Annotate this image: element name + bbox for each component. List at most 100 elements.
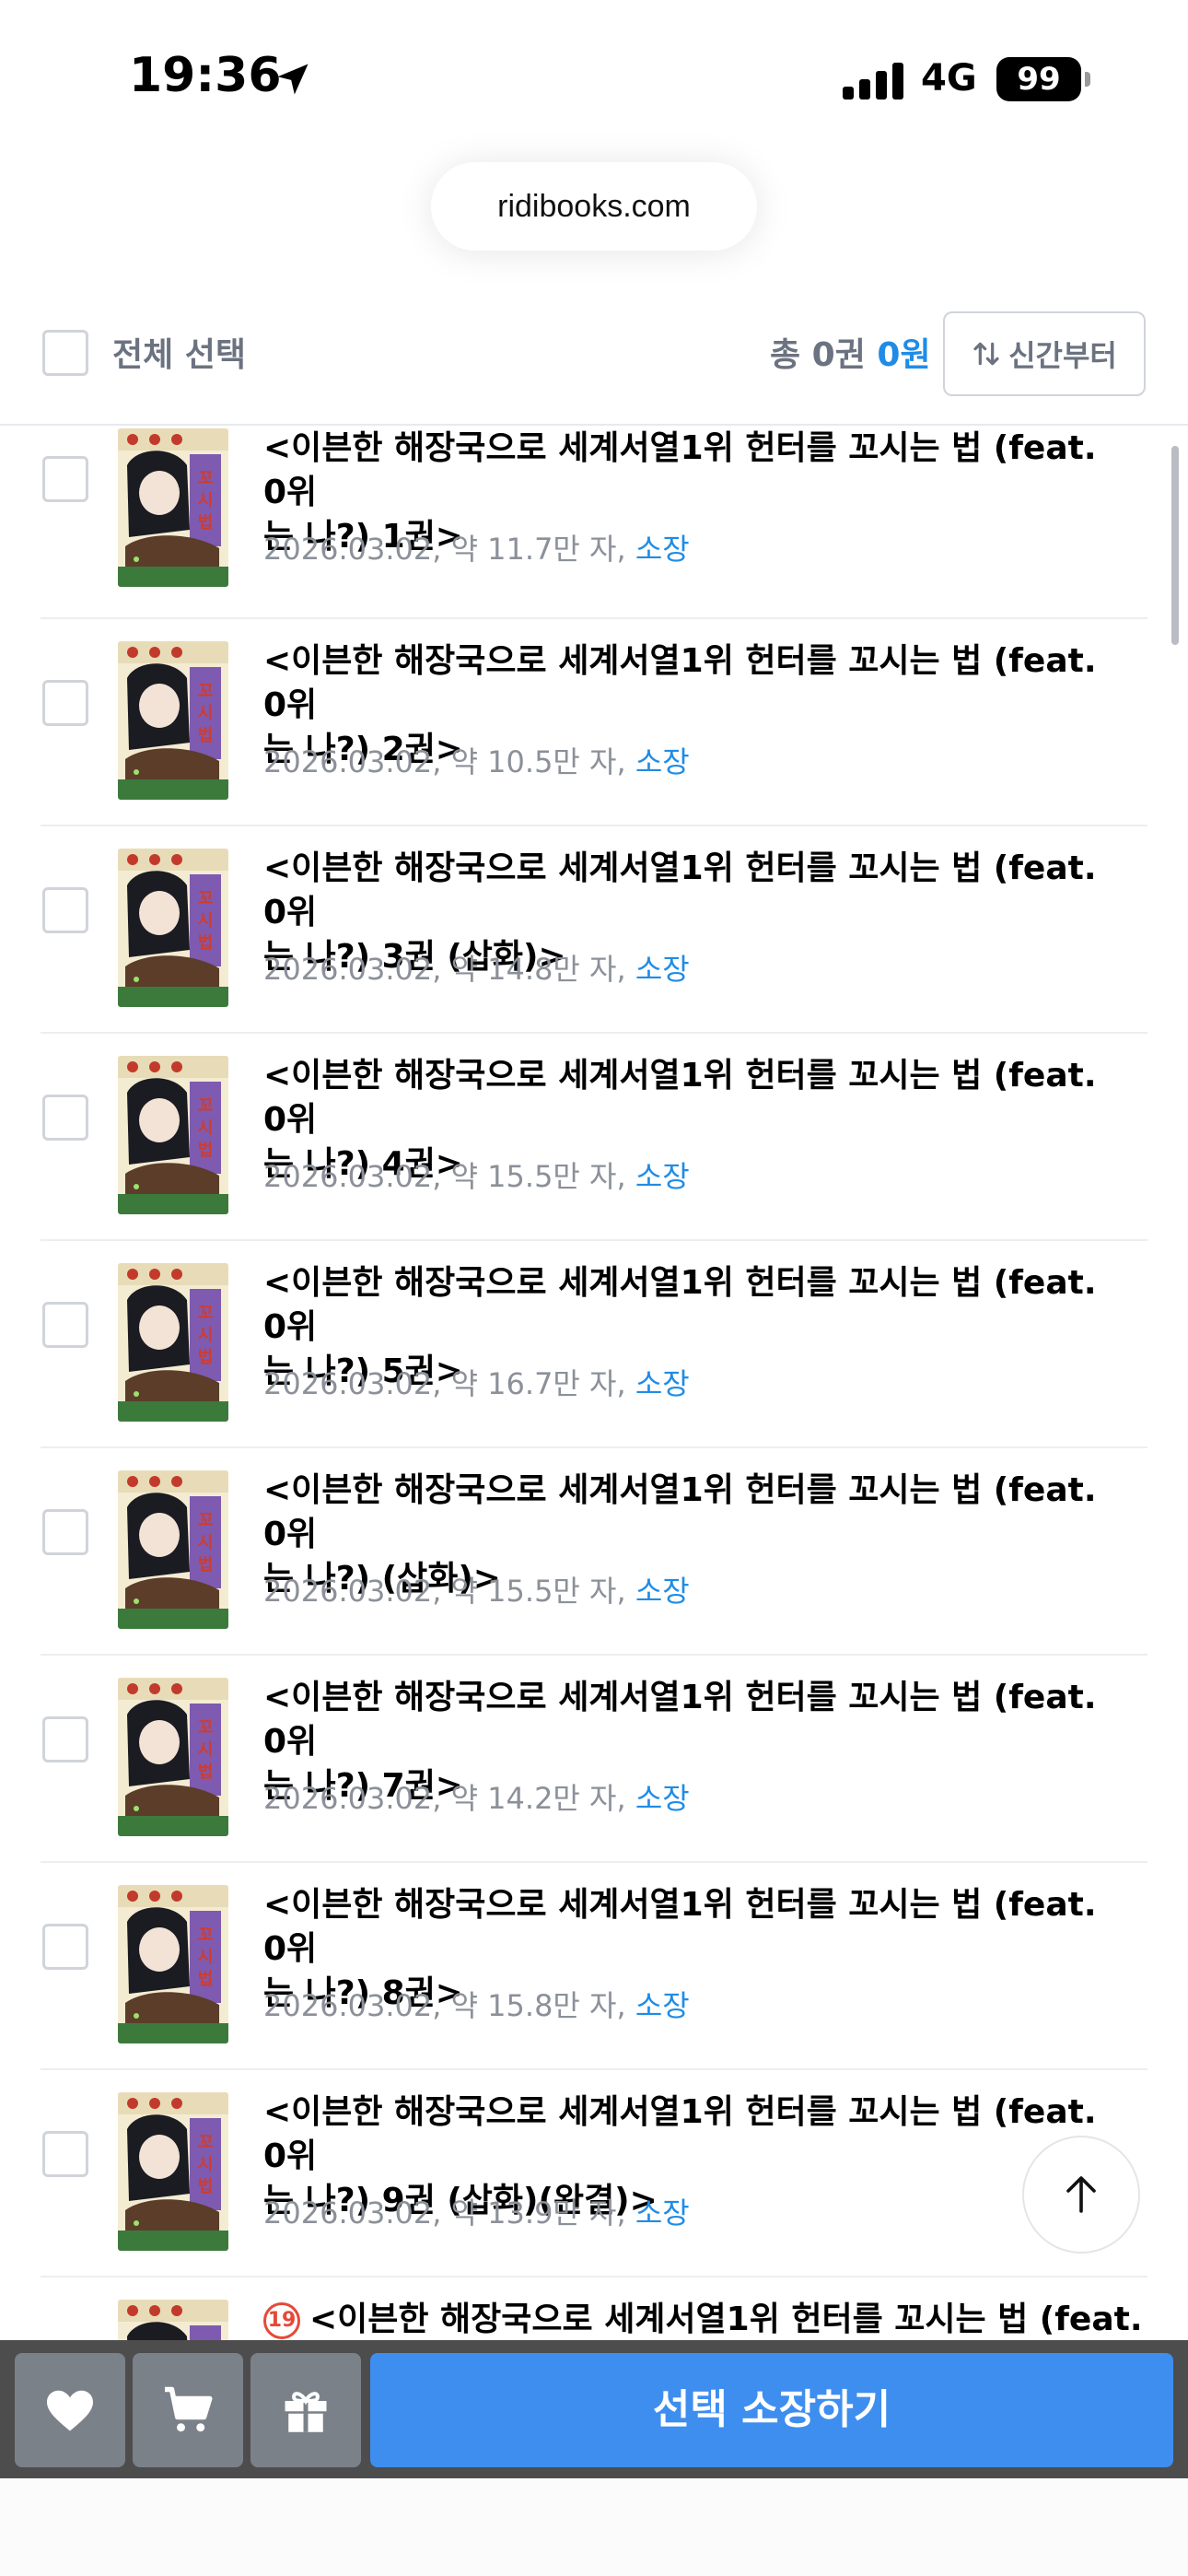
- book-meta: 2026.03.02, 약 15.5만 자, 소장: [263, 1159, 690, 1194]
- book-title-line1: <이븐한 해장국으로 세계서열1위 헌터를 꼬시는 법 (feat. 0: [309, 2301, 1143, 2338]
- url-bar[interactable]: ridibooks.com: [431, 162, 757, 251]
- book-checkbox[interactable]: [42, 1924, 88, 1970]
- svg-text:법: 법: [198, 513, 214, 533]
- book-meta: 2026.03.02, 약 14.2만 자, 소장: [263, 1781, 690, 1816]
- book-date: 2026.03.02: [263, 1574, 433, 1609]
- svg-text:법: 법: [198, 933, 214, 953]
- svg-text:꼬: 꼬: [198, 682, 214, 701]
- book-status[interactable]: 소장: [635, 1159, 690, 1194]
- book-row[interactable]: 꼬 시 법 <이븐한 해장국으로 세계서열1위 헌터를 꼬시는 법 (feat.…: [0, 1241, 1188, 1448]
- svg-text:시: 시: [198, 1740, 214, 1760]
- svg-text:법: 법: [198, 1555, 214, 1575]
- book-row-partial[interactable]: 꼬 시 법 19<이븐한 해장국으로 세계서열1위 헌터를 꼬시는 법 (fea…: [0, 2277, 1188, 2342]
- book-list[interactable]: 꼬 시 법 <이븐한 해장국으로 세계서열1위 헌터를 꼬시는 법 (feat.…: [0, 426, 1188, 2342]
- book-checkbox[interactable]: [42, 2131, 88, 2177]
- svg-text:시: 시: [198, 911, 214, 931]
- select-all-label[interactable]: 전체 선택: [112, 328, 246, 376]
- select-all-checkbox[interactable]: [42, 330, 88, 376]
- book-row[interactable]: 꼬 시 법 <이븐한 해장국으로 세계서열1위 헌터를 꼬시는 법 (feat.…: [0, 1448, 1188, 1656]
- book-checkbox[interactable]: [42, 1302, 88, 1348]
- book-row[interactable]: 꼬 시 법 <이븐한 해장국으로 세계서열1위 헌터를 꼬시는 법 (feat.…: [0, 2070, 1188, 2277]
- svg-text:시: 시: [198, 1533, 214, 1552]
- svg-text:꼬: 꼬: [198, 1926, 214, 1945]
- book-meta: 2026.03.02, 약 15.8만 자, 소장: [263, 1988, 690, 2023]
- book-status[interactable]: 소장: [635, 744, 690, 779]
- book-row[interactable]: 꼬 시 법 <이븐한 해장국으로 세계서열1위 헌터를 꼬시는 법 (feat.…: [0, 826, 1188, 1034]
- gift-button[interactable]: [250, 2353, 361, 2467]
- scroll-top-button[interactable]: [1022, 2136, 1140, 2254]
- buy-selected-button[interactable]: 선택 소장하기: [370, 2353, 1173, 2467]
- book-row[interactable]: 꼬 시 법 <이븐한 해장국으로 세계서열1위 헌터를 꼬시는 법 (feat.…: [0, 1656, 1188, 1863]
- book-status[interactable]: 소장: [635, 1574, 690, 1609]
- book-checkbox[interactable]: [42, 1716, 88, 1762]
- book-cover[interactable]: 꼬 시 법: [118, 428, 228, 587]
- book-checkbox[interactable]: [42, 456, 88, 502]
- book-checkbox[interactable]: [42, 1095, 88, 1141]
- book-title-line1: <이븐한 해장국으로 세계서열1위 헌터를 꼬시는 법 (feat. 0위: [263, 849, 1097, 931]
- book-row[interactable]: 꼬 시 법 <이븐한 해장국으로 세계서열1위 헌터를 꼬시는 법 (feat.…: [0, 619, 1188, 826]
- book-date: 2026.03.02: [263, 1988, 433, 2023]
- bottom-action-bar: 선택 소장하기: [0, 2340, 1188, 2478]
- book-cover[interactable]: 꼬 시 법: [118, 641, 228, 800]
- book-cover[interactable]: 꼬 시 법: [118, 1678, 228, 1836]
- book-status[interactable]: 소장: [635, 1781, 690, 1816]
- svg-text:꼬: 꼬: [198, 889, 214, 908]
- book-cover[interactable]: 꼬 시 법: [118, 1470, 228, 1629]
- battery-icon: 99: [996, 57, 1081, 101]
- book-cover-art: 꼬 시 법: [118, 1678, 228, 1836]
- svg-text:꼬: 꼬: [198, 2133, 214, 2152]
- status-bar: 19:36 4G 99: [0, 0, 1188, 147]
- total-prefix: 총: [770, 336, 801, 374]
- location-arrow-icon: [277, 64, 309, 95]
- cellular-signal-icon: [843, 61, 903, 100]
- book-meta: 2026.03.02, 약 11.7만 자, 소장: [263, 532, 690, 567]
- book-cover[interactable]: 꼬 시 법: [118, 1885, 228, 2043]
- book-length: 약 13.9만 자: [450, 2195, 617, 2231]
- book-title[interactable]: 19<이븐한 해장국으로 세계서열1위 헌터를 꼬시는 법 (feat. 0: [263, 2298, 1147, 2342]
- book-status[interactable]: 소장: [635, 1366, 690, 1401]
- gift-icon: [285, 2392, 327, 2432]
- book-cover-art: 꼬 시 법: [118, 641, 228, 800]
- svg-text:시: 시: [198, 1326, 214, 1345]
- cart-button[interactable]: [133, 2353, 243, 2467]
- book-status[interactable]: 소장: [635, 952, 690, 987]
- book-length: 약 15.8만 자: [450, 1988, 617, 2023]
- book-cover[interactable]: 꼬 시 법: [118, 1263, 228, 1422]
- svg-text:시: 시: [198, 1118, 214, 1138]
- book-cover[interactable]: 꼬 시 법: [118, 2300, 228, 2342]
- network-type: 4G: [921, 57, 977, 100]
- book-checkbox[interactable]: [42, 680, 88, 726]
- book-title-line1: <이븐한 해장국으로 세계서열1위 헌터를 꼬시는 법 (feat. 0위: [263, 1886, 1097, 1968]
- svg-text:시: 시: [198, 704, 214, 723]
- book-length: 약 15.5만 자: [450, 1159, 617, 1194]
- book-cover[interactable]: 꼬 시 법: [118, 1056, 228, 1214]
- book-row[interactable]: 꼬 시 법 <이븐한 해장국으로 세계서열1위 헌터를 꼬시는 법 (feat.…: [0, 1863, 1188, 2070]
- book-meta: 2026.03.02, 약 14.8만 자, 소장: [263, 952, 690, 987]
- svg-text:시: 시: [198, 1948, 214, 1967]
- book-title-line1: <이븐한 해장국으로 세계서열1위 헌터를 꼬시는 법 (feat. 0위: [263, 1264, 1097, 1346]
- book-checkbox[interactable]: [42, 1509, 88, 1555]
- book-date: 2026.03.02: [263, 532, 433, 567]
- book-cover-art: 꼬 시 법: [118, 1056, 228, 1214]
- book-date: 2026.03.02: [263, 1366, 433, 1401]
- book-status[interactable]: 소장: [635, 1988, 690, 2023]
- book-cover-art: 꼬 시 법: [118, 1470, 228, 1629]
- svg-text:법: 법: [198, 1141, 214, 1160]
- book-cover-art: 꼬 시 법: [118, 2092, 228, 2251]
- book-cover[interactable]: 꼬 시 법: [118, 849, 228, 1007]
- book-row[interactable]: 꼬 시 법 <이븐한 해장국으로 세계서열1위 헌터를 꼬시는 법 (feat.…: [0, 426, 1188, 619]
- sort-button[interactable]: 신간부터: [943, 311, 1146, 396]
- book-status[interactable]: 소장: [635, 2195, 690, 2231]
- wishlist-button[interactable]: [15, 2353, 125, 2467]
- book-status[interactable]: 소장: [635, 532, 690, 567]
- book-cover[interactable]: 꼬 시 법: [118, 2092, 228, 2251]
- book-meta: 2026.03.02, 약 13.9만 자, 소장: [263, 2195, 690, 2231]
- svg-text:꼬: 꼬: [198, 1304, 214, 1323]
- book-row[interactable]: 꼬 시 법 <이븐한 해장국으로 세계서열1위 헌터를 꼬시는 법 (feat.…: [0, 1034, 1188, 1241]
- browser-toolbar-area: [0, 2478, 1188, 2576]
- svg-text:법: 법: [198, 1762, 214, 1782]
- book-checkbox[interactable]: [42, 887, 88, 933]
- scrollbar[interactable]: [1171, 446, 1179, 645]
- cart-icon: [165, 2386, 213, 2432]
- book-date: 2026.03.02: [263, 1159, 433, 1194]
